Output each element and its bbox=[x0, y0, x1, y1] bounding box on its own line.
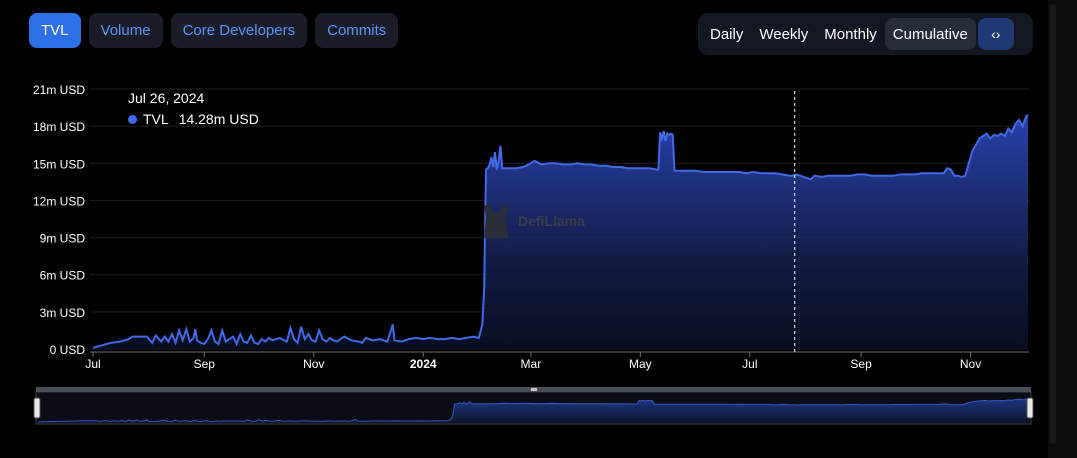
tooltip-date: Jul 26, 2024 bbox=[128, 90, 205, 106]
x-tick-label: Sep bbox=[194, 357, 216, 371]
y-tick-label: 15m USD bbox=[33, 157, 85, 171]
y-tick-label: 12m USD bbox=[33, 194, 85, 208]
brush-handle-right[interactable] bbox=[1026, 397, 1034, 419]
x-tick-label: Nov bbox=[303, 357, 324, 371]
y-tick-label: 6m USD bbox=[40, 269, 86, 283]
x-tick-label: 2024 bbox=[410, 357, 437, 371]
x-tick-label: Mar bbox=[521, 357, 542, 371]
tooltip-series: TVL bbox=[143, 111, 169, 127]
x-tick-label: Sep bbox=[850, 357, 872, 371]
series-dot bbox=[128, 115, 137, 124]
y-tick-label: 18m USD bbox=[33, 120, 85, 134]
watermark-text: DefiLlama bbox=[518, 213, 585, 229]
y-tick-label: 9m USD bbox=[40, 232, 86, 246]
x-tick-label: Jul bbox=[85, 357, 100, 371]
brush-handle-left[interactable] bbox=[33, 397, 41, 419]
tooltip-value: 14.28m USD bbox=[178, 111, 259, 127]
y-tick-label: 21m USD bbox=[33, 83, 85, 97]
y-tick-label: 0 USD bbox=[50, 343, 86, 357]
x-tick-label: Jul bbox=[742, 357, 757, 371]
chart-tooltip: Jul 26, 2024 TVL 14.28m USD bbox=[128, 88, 259, 130]
brush-grip[interactable] bbox=[531, 388, 537, 391]
range-brush[interactable] bbox=[33, 387, 1034, 425]
llama-logo-icon bbox=[484, 204, 508, 238]
y-tick-label: 3m USD bbox=[40, 306, 86, 320]
defillama-watermark: DefiLlama bbox=[478, 202, 585, 240]
x-tick-label: Nov bbox=[960, 357, 981, 371]
x-tick-label: May bbox=[629, 357, 652, 371]
